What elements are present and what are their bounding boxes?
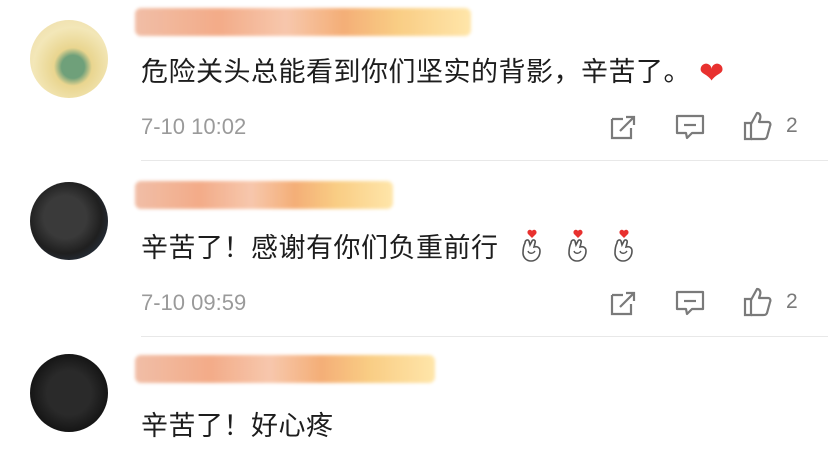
comment-timestamp: 7-10 10:02 bbox=[141, 114, 247, 139]
comment-text-content: 辛苦了！感谢有你们负重前行 bbox=[141, 233, 499, 264]
reply-icon bbox=[675, 114, 705, 140]
heart-emoji-icon: ❤ bbox=[699, 56, 725, 91]
thumbs-up-icon bbox=[743, 287, 772, 317]
divider bbox=[141, 336, 828, 337]
reply-button[interactable] bbox=[674, 289, 706, 317]
comment-text: 辛苦了！感谢有你们负重前行 bbox=[141, 226, 637, 265]
thumbs-up-icon bbox=[743, 111, 772, 141]
like-button[interactable]: 2 bbox=[742, 286, 798, 318]
username-blurred[interactable] bbox=[135, 181, 393, 209]
avatar[interactable] bbox=[30, 182, 108, 260]
comment-timestamp: 7-10 09:59 bbox=[141, 290, 247, 315]
comment-text-content: 危险关头总能看到你们坚实的背影，辛苦了。 bbox=[141, 57, 691, 88]
finger-heart-icon bbox=[521, 229, 541, 262]
reply-icon bbox=[675, 290, 705, 316]
share-button[interactable] bbox=[608, 113, 638, 141]
divider bbox=[141, 160, 828, 161]
share-button[interactable] bbox=[608, 289, 638, 317]
finger-heart-icon bbox=[567, 229, 587, 262]
share-icon bbox=[610, 291, 636, 316]
finger-heart-icon bbox=[613, 229, 633, 262]
reply-button[interactable] bbox=[674, 113, 706, 141]
username-blurred[interactable] bbox=[135, 8, 471, 36]
comment-text-content: 辛苦了！好心疼 bbox=[141, 411, 334, 442]
avatar[interactable] bbox=[30, 20, 108, 98]
comment-text: 辛苦了！好心疼 bbox=[141, 404, 334, 443]
like-count: 2 bbox=[786, 114, 798, 137]
like-count: 2 bbox=[786, 290, 798, 313]
avatar[interactable] bbox=[30, 354, 108, 432]
comment-text: 危险关头总能看到你们坚实的背影，辛苦了。 ❤ bbox=[141, 50, 725, 91]
like-button[interactable]: 2 bbox=[742, 110, 798, 142]
username-blurred[interactable] bbox=[135, 355, 435, 383]
share-icon bbox=[610, 115, 636, 140]
